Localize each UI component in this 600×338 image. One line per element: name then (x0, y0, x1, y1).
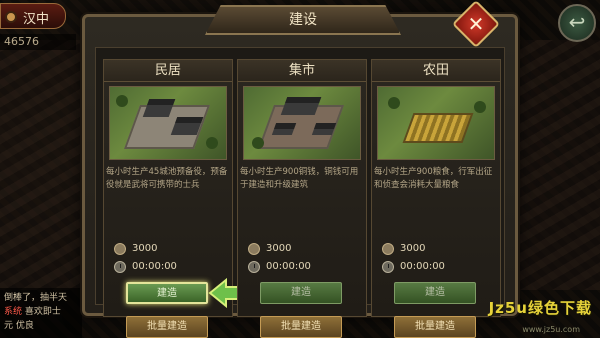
cost-value: 3000 (400, 243, 426, 254)
time-row: 00:00:00 (248, 260, 311, 274)
city-name: 汉中 (23, 12, 50, 27)
time-row: 00:00:00 (114, 260, 177, 274)
coin-icon (248, 243, 260, 255)
building-name: 集市 (238, 60, 366, 82)
cost-row: 3000 (114, 242, 157, 256)
coin-icon (114, 243, 126, 255)
building-image-jishi (243, 86, 361, 160)
cost-value: 3000 (266, 243, 292, 254)
building-name: 农田 (372, 60, 500, 82)
building-description: 每小时生产900铜钱，铜钱可用于建造和升级建筑 (240, 167, 359, 190)
chat-line: 系统 喜欢即士 (4, 307, 61, 317)
batch-build-button-minju[interactable]: 批量建造 (126, 316, 208, 338)
time-value: 00:00:00 (400, 261, 445, 272)
location-pin-icon (5, 11, 17, 23)
city-name-badge[interactable]: 汉中 (0, 3, 66, 29)
time-row: 00:00:00 (382, 260, 445, 274)
time-value: 00:00:00 (132, 261, 177, 272)
back-arrow-icon: ↩ (568, 10, 586, 34)
chat-system-tag: 系统 (4, 307, 23, 317)
build-button-jishi[interactable]: 建造 (260, 282, 342, 304)
back-button[interactable]: ↩ (558, 4, 596, 42)
clock-icon (248, 261, 260, 273)
cost-value: 3000 (132, 243, 158, 254)
build-dialog: 建设 ✕ 民居 每小时生产45城池预备役，预备役就是武将可携带的士兵 3000 … (82, 0, 518, 338)
dialog-title: 建设 (205, 5, 401, 35)
building-description: 每小时生产45城池预备役，预备役就是武将可携带的士兵 (106, 167, 228, 190)
batch-build-button-jishi[interactable]: 批量建造 (260, 316, 342, 338)
site-watermark: Jz5u绿色下载 (488, 299, 592, 317)
building-image-minju (109, 86, 227, 160)
power-readout: 46576 (0, 34, 76, 50)
clock-icon (114, 261, 126, 273)
chat-box[interactable]: 倒棒了，抽半天 系统 喜欢即士 元 优良 (0, 288, 82, 338)
building-card-jishi: 集市 每小时生产900铜钱，铜钱可用于建造和升级建筑 3000 00:00:00… (237, 59, 367, 338)
coin-icon (382, 243, 394, 255)
clock-icon (382, 261, 394, 273)
build-button-nongtian[interactable]: 建造 (394, 282, 476, 304)
building-name: 民居 (104, 60, 232, 82)
close-icon: ✕ (467, 12, 485, 36)
cost-row: 3000 (382, 242, 425, 256)
chat-line: 倒棒了，抽半天 (4, 293, 68, 303)
chat-line: 元 优良 (4, 321, 34, 331)
building-image-nongtian (377, 86, 495, 160)
power-value: 46576 (4, 35, 39, 48)
site-watermark-url: www.jz5u.com (522, 325, 580, 334)
batch-build-button-nongtian[interactable]: 批量建造 (394, 316, 476, 338)
building-card-minju: 民居 每小时生产45城池预备役，预备役就是武将可携带的士兵 3000 00:00… (103, 59, 247, 338)
build-button-minju[interactable]: 建造 (126, 282, 208, 304)
building-description: 每小时生产900粮食，行军出征和侦查会消耗大量粮食 (374, 167, 493, 190)
cost-row: 3000 (248, 242, 291, 256)
building-card-nongtian: 农田 每小时生产900粮食，行军出征和侦查会消耗大量粮食 3000 00:00:… (371, 59, 501, 338)
time-value: 00:00:00 (266, 261, 311, 272)
